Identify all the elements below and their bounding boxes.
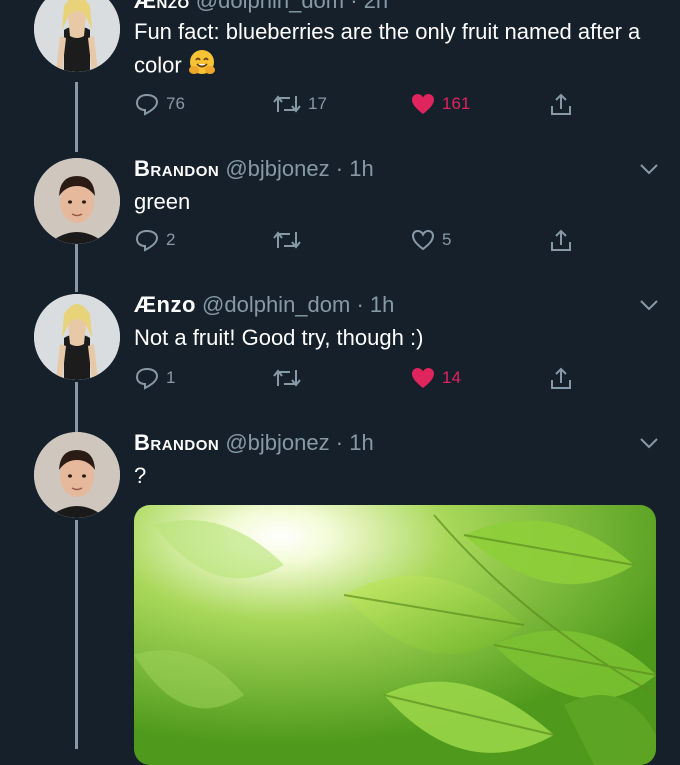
user-handle[interactable]: @bjbjonez xyxy=(225,156,329,181)
avatar[interactable] xyxy=(34,158,120,244)
chevron-down-icon[interactable] xyxy=(638,162,660,176)
retweet-button[interactable] xyxy=(272,366,302,390)
chevron-down-icon[interactable] xyxy=(638,436,660,450)
tweet-header: Brandon @bjbjonez · 1h xyxy=(134,156,374,182)
reply-count: 1 xyxy=(166,368,176,387)
avatar[interactable] xyxy=(34,294,120,380)
timestamp[interactable]: · 2h xyxy=(350,0,388,13)
retweet-icon xyxy=(273,95,301,113)
tweet-text: Not a fruit! Good try, though :) xyxy=(134,325,424,350)
reply-button[interactable]: 2 xyxy=(134,228,175,252)
share-button[interactable] xyxy=(548,366,574,392)
like-button[interactable]: 161 xyxy=(410,92,470,116)
avatar[interactable] xyxy=(34,432,120,518)
chevron-down-icon[interactable] xyxy=(638,298,660,312)
tweet[interactable]: Brandon @bjbjonez · 1h green 2 5 xyxy=(0,152,680,272)
share-icon xyxy=(551,367,571,389)
display-name[interactable]: Ænzo xyxy=(134,292,196,317)
reply-button[interactable]: 1 xyxy=(134,366,175,390)
retweet-icon xyxy=(273,231,301,249)
avatar[interactable] xyxy=(34,0,120,72)
tweet-actions: 2 5 xyxy=(134,228,584,258)
reply-icon xyxy=(135,93,159,116)
heart-filled-icon xyxy=(412,368,434,388)
tweet-actions: 1 14 xyxy=(134,366,584,396)
retweet-icon xyxy=(273,369,301,387)
tweet[interactable]: Ænzo @dolphin_dom · 2h Fun fact: blueber… xyxy=(0,0,680,140)
timestamp[interactable]: · 1h xyxy=(336,430,374,455)
user-handle[interactable]: @bjbjonez xyxy=(225,430,329,455)
user-handle[interactable]: @dolphin_dom xyxy=(196,0,344,13)
timestamp[interactable]: · 1h xyxy=(336,156,374,181)
user-handle[interactable]: @dolphin_dom xyxy=(202,292,350,317)
heart-filled-icon xyxy=(412,94,434,114)
tweet-header: Ænzo @dolphin_dom · 2h xyxy=(134,0,388,14)
reply-icon xyxy=(135,367,159,390)
share-icon xyxy=(551,229,571,251)
share-icon xyxy=(551,93,571,115)
reply-icon xyxy=(135,229,159,252)
like-count: 5 xyxy=(442,230,452,249)
like-count: 14 xyxy=(442,368,461,387)
retweet-button[interactable]: 17 xyxy=(272,92,327,116)
tweet-header: Ænzo @dolphin_dom · 1h xyxy=(134,292,394,318)
tweet-header: Brandon @bjbjonez · 1h xyxy=(134,430,374,456)
like-count: 161 xyxy=(442,94,471,113)
hugging-face-emoji-icon xyxy=(188,48,216,85)
like-button[interactable]: 14 xyxy=(410,366,461,390)
retweet-button[interactable] xyxy=(272,228,302,252)
display-name[interactable]: Brandon xyxy=(134,430,219,455)
display-name[interactable]: Ænzo xyxy=(134,0,190,13)
like-button[interactable]: 5 xyxy=(410,228,451,252)
tweet[interactable]: Ænzo @dolphin_dom · 1h Not a fruit! Good… xyxy=(0,290,680,410)
share-button[interactable] xyxy=(548,228,574,254)
tweet-text: green xyxy=(134,189,191,214)
timestamp[interactable]: · 1h xyxy=(356,292,394,317)
reply-button[interactable]: 76 xyxy=(134,92,185,116)
reply-count: 76 xyxy=(166,94,185,113)
tweet-actions: 76 17 161 xyxy=(134,92,584,122)
share-button[interactable] xyxy=(548,92,574,118)
tweet-media-photo[interactable] xyxy=(134,505,656,765)
reply-count: 2 xyxy=(166,230,176,249)
tweet-text: ? xyxy=(134,463,147,488)
tweet-text: Fun fact: blueberries are the only fruit… xyxy=(134,16,654,85)
retweet-count: 17 xyxy=(308,94,327,113)
heart-outline-icon xyxy=(411,229,435,251)
display-name[interactable]: Brandon xyxy=(134,156,219,181)
